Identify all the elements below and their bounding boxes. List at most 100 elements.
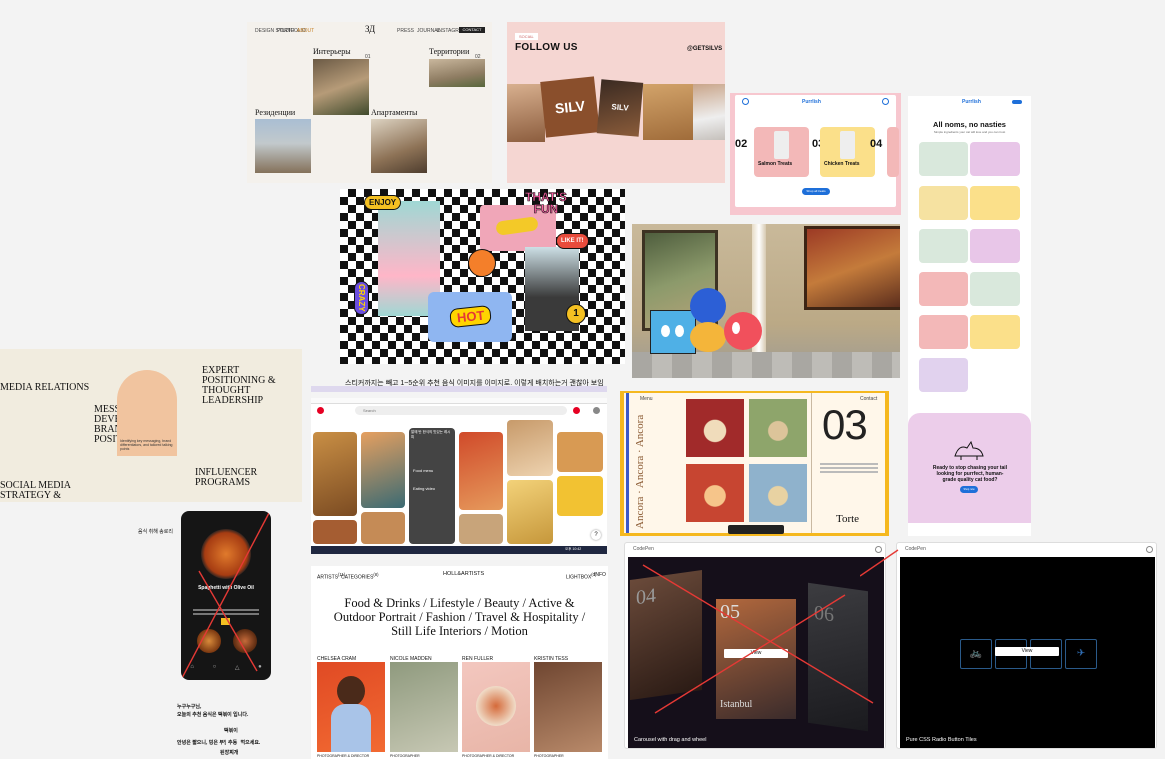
pastry-tile-2[interactable] (749, 399, 807, 457)
artist-photo-4[interactable] (534, 662, 602, 752)
product-tile-2[interactable] (970, 142, 1020, 176)
silv-photo-4[interactable] (693, 84, 725, 140)
silv-photo-1[interactable] (507, 84, 545, 142)
cat-icon (953, 440, 985, 465)
pastry-tile-4[interactable] (749, 464, 807, 522)
ancora-menu-link[interactable]: Menu (640, 396, 653, 402)
food-app-phone[interactable]: Spaghetti with Olive Oil ⌂ ○ △ ● (181, 511, 271, 680)
bicycle-icon[interactable]: 🚲 (960, 639, 992, 669)
plane-icon[interactable]: ✈ (1065, 639, 1097, 669)
codepen-header-2[interactable]: CodePen (905, 546, 926, 552)
product-tile-7[interactable] (919, 272, 968, 306)
product-tile-11[interactable] (919, 358, 968, 392)
arch-photo-residence[interactable] (255, 119, 311, 173)
all-noms-card[interactable]: Purrlish All noms, no nasties Simple ing… (908, 96, 1031, 536)
product-tile-5[interactable] (919, 229, 968, 263)
artist-photo-3[interactable] (462, 662, 530, 752)
chicken-treats-tile[interactable]: Chicken Treats (820, 127, 875, 177)
allnoms-shop-button[interactable]: Shop now (960, 486, 978, 493)
pinterest-browser-card[interactable]: Search 알에 탄 한식의 맛있는 레시피 Food menu Eating… (311, 386, 607, 554)
product-tile-10[interactable] (970, 315, 1020, 349)
artist-photo-2[interactable] (390, 662, 458, 752)
ancora-word: Torte (836, 513, 860, 525)
blue-cube-character[interactable] (650, 310, 696, 354)
pinterest-logo-icon[interactable] (317, 407, 324, 414)
sticker-collage-card[interactable]: ENJOY THAT'S FUN LIKE IT! HOT CRAZY 1 (340, 189, 625, 364)
arch-photo-territory[interactable] (429, 59, 485, 87)
nav-lightbox[interactable]: LIGHTBOX(0) (566, 572, 596, 581)
pin-pasta-2[interactable] (313, 520, 357, 544)
pin-tomato[interactable] (459, 432, 503, 510)
arch-label-residences: Резиденции (255, 108, 296, 117)
pastry-tile-3[interactable] (686, 464, 744, 522)
pin-overlay-2: Food menu (413, 468, 434, 473)
menu-icon[interactable] (742, 98, 749, 105)
marble-floor (632, 352, 900, 378)
pin-snack[interactable] (557, 432, 603, 472)
pastry-tile-1[interactable] (686, 399, 744, 457)
agency-arch-card[interactable]: Identifying key messaging, brand differe… (117, 370, 177, 456)
silv-photo-3[interactable]: SILV (596, 79, 644, 137)
battle-painting[interactable] (804, 226, 900, 310)
architecture-site-card[interactable]: DESIGN STUDIO PORTFOLIO ABOUT ЗД PRESS J… (247, 22, 492, 183)
nav-categories[interactable]: CATEGORIES(8) (341, 572, 379, 581)
salmon-treats-tile[interactable]: Salmon Treats (754, 127, 809, 177)
product-tile-4[interactable] (970, 186, 1020, 220)
product-tile-6[interactable] (970, 229, 1020, 263)
agency-card-note: Identifying key messaging, brand differe… (120, 439, 173, 451)
silv-photo-2[interactable]: SILV (540, 76, 600, 138)
pinterest-search-input[interactable]: Search (355, 406, 567, 415)
product-tile-9[interactable] (919, 315, 968, 349)
duck-body (690, 322, 726, 352)
pin-cake[interactable] (361, 512, 405, 544)
arch-nav-3[interactable]: ABOUT (297, 28, 314, 34)
allnoms-logo[interactable]: Purrlish (962, 99, 981, 105)
pin-fries[interactable] (557, 476, 603, 516)
codepen-carousel-card[interactable]: CodePen 04 05 Istanbul 06 View Carousel … (624, 542, 886, 749)
pin-cheese[interactable] (507, 480, 553, 544)
hollis-artists-card[interactable]: ARTISTS(11) CATEGORIES(8) HOLL&ARTISTS L… (311, 566, 608, 759)
product-tile-1[interactable] (919, 142, 968, 176)
allnoms-shop-pill[interactable] (1012, 100, 1022, 104)
info-icon[interactable] (1146, 546, 1153, 553)
blue-duck-character[interactable] (690, 288, 726, 324)
arch-logo: ЗД (365, 24, 376, 34)
product-tile-3[interactable] (919, 186, 968, 220)
note-line-1: 누구누구님, (177, 704, 202, 710)
arch-photo-apartment[interactable] (371, 119, 427, 173)
rejection-mark (642, 564, 874, 714)
arch-nav-4[interactable]: PRESS (397, 28, 414, 34)
silv-follow-card[interactable]: SOCIAL FOLLOW US @GETSILVS SILV SILV (507, 22, 725, 183)
arch-contact-button[interactable]: CONTACT (459, 27, 485, 33)
radio-view-button[interactable]: View (995, 647, 1059, 656)
codepen-radio-card[interactable]: CodePen 🚲 ✈ View Pure CSS Radio Button T… (896, 542, 1157, 749)
pin-pasta[interactable] (313, 432, 357, 516)
purrlia-treats-card[interactable]: Purrlish 02 Salmon Treats 03 Chicken Tre… (730, 93, 901, 215)
silv-handle[interactable]: @GETSILVS (687, 46, 722, 52)
avatar[interactable] (593, 407, 600, 414)
arch-photo-interior[interactable] (313, 59, 369, 115)
silv-photo-dog[interactable] (643, 84, 693, 140)
pin-video-grid[interactable]: 알에 탄 한식의 맛있는 레시피 Food menu Eating video (409, 428, 455, 544)
pin-salmon[interactable] (361, 432, 405, 508)
gallery-3d-card[interactable] (632, 224, 900, 378)
ancora-blue-edge (626, 393, 629, 533)
agency-services-card[interactable]: MEDIA RELATIONS MESSAGE DEVELOPMENT BRAN… (0, 349, 302, 502)
notification-icon[interactable] (573, 407, 580, 414)
purrlia-logo[interactable]: Purrlish (802, 99, 821, 105)
nav-info[interactable]: INFO (594, 572, 606, 578)
ancora-card[interactable]: Ancora · Ancora · Ancora Menu Contact 03… (620, 391, 889, 536)
red-ball-character[interactable] (724, 312, 762, 350)
service-influencer: INFLUENCER PROGRAMS (195, 467, 258, 488)
product-tile-8[interactable] (970, 272, 1020, 306)
purrlia-num-02: 02 (735, 138, 748, 150)
pin-bread[interactable] (459, 514, 503, 544)
help-button[interactable]: ? (591, 530, 601, 540)
ancora-pager[interactable] (728, 525, 784, 534)
shop-treats-button[interactable]: Shop all treats (802, 188, 830, 195)
next-treats-tile[interactable] (887, 127, 899, 177)
artist-photo-1[interactable] (317, 662, 385, 752)
user-icon[interactable] (882, 98, 889, 105)
hollis-brand[interactable]: HOLL&ARTISTS (443, 571, 484, 577)
pin-dessert[interactable] (507, 420, 553, 476)
